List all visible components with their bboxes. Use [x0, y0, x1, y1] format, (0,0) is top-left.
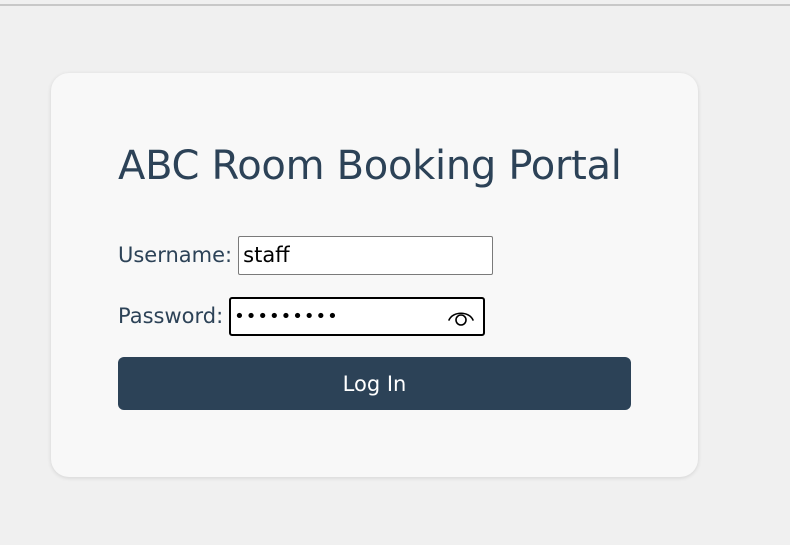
login-button[interactable]: Log In: [118, 357, 631, 410]
password-row: Password: •••••••••: [118, 296, 486, 336]
window-top-border: [0, 0, 790, 6]
eye-icon[interactable]: [447, 306, 475, 328]
login-card: ABC Room Booking Portal Username: Passwo…: [51, 73, 698, 477]
password-input[interactable]: •••••••••: [231, 300, 442, 333]
password-field[interactable]: •••••••••: [229, 296, 486, 336]
password-label: Password:: [118, 304, 224, 328]
username-label: Username:: [118, 243, 233, 267]
username-row: Username:: [118, 235, 494, 275]
page-title: ABC Room Booking Portal: [118, 143, 622, 189]
username-input[interactable]: [238, 235, 494, 275]
